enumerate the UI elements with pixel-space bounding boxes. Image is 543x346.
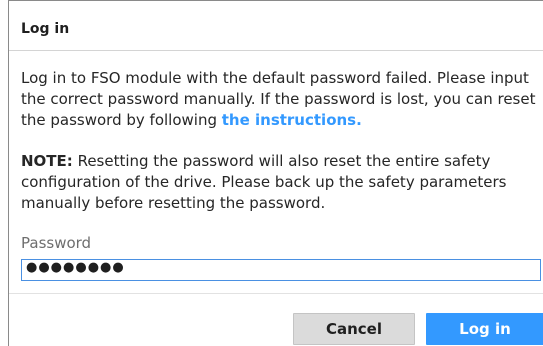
login-button[interactable]: Log in <box>426 313 543 345</box>
password-label: Password <box>21 234 92 252</box>
cancel-button[interactable]: Cancel <box>293 313 415 345</box>
login-dialog: Log in Log in to FSO module with the def… <box>8 0 543 346</box>
instructions-link[interactable]: the instructions. <box>222 111 362 129</box>
note-body: Resetting the password will also reset t… <box>21 152 507 212</box>
password-field[interactable]: ●●●●●●●● <box>21 259 541 281</box>
note-label: NOTE: <box>21 152 73 170</box>
footer-divider <box>9 293 543 294</box>
note-text: NOTE: Resetting the password will also r… <box>21 151 541 214</box>
dialog-title: Log in <box>21 21 70 37</box>
message-text: Log in to FSO module with the default pa… <box>21 68 541 131</box>
title-divider <box>9 50 543 51</box>
